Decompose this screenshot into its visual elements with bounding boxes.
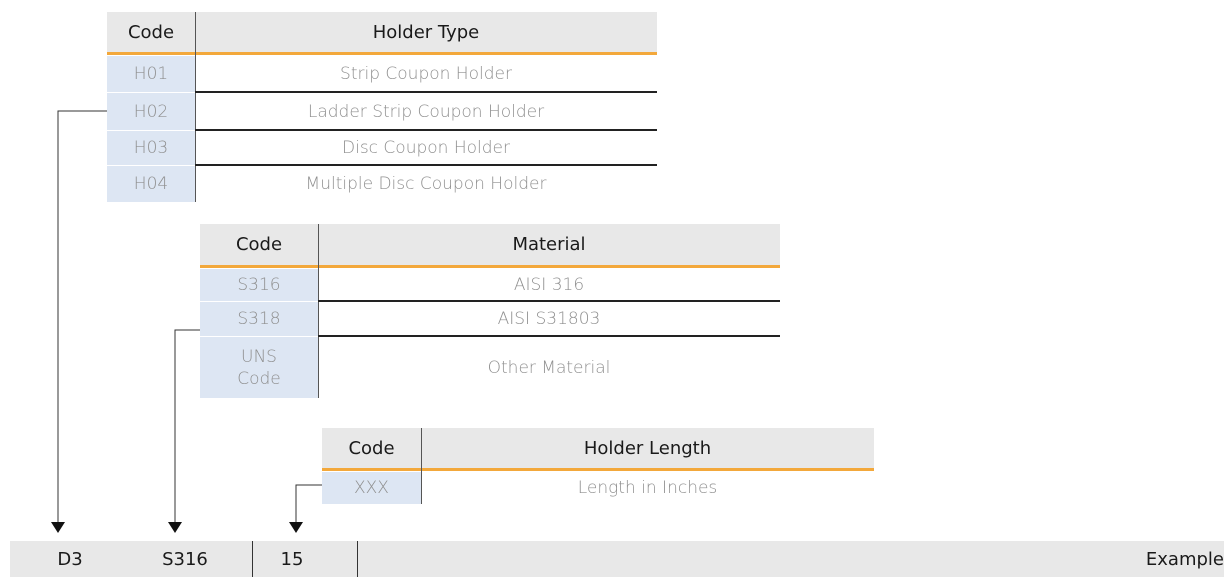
example-part-length: 15 — [280, 548, 304, 570]
arrow-down-icon — [168, 522, 182, 533]
example-divider — [252, 541, 253, 577]
connector-h02 — [57, 110, 107, 522]
example-part-material: S316 — [162, 548, 208, 570]
arrow-down-icon — [51, 522, 65, 533]
connector-s318 — [174, 329, 200, 522]
arrow-down-icon — [289, 522, 303, 533]
example-label: Example — [1145, 548, 1224, 570]
example-divider — [357, 541, 358, 577]
example-bar: D3 S316 15 Example — [10, 541, 1224, 577]
connector-lines — [51, 110, 322, 533]
example-part-holder-type: D3 — [57, 548, 83, 570]
connector-xxx — [295, 484, 322, 522]
